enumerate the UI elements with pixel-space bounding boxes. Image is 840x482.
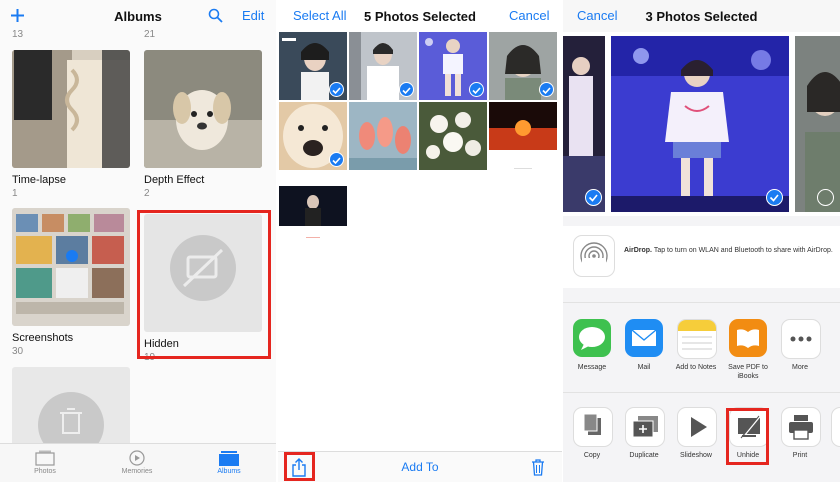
selected-check-icon	[329, 82, 344, 97]
album-count: 2	[144, 188, 150, 199]
ibooks-icon	[729, 319, 767, 357]
photos-icon	[35, 450, 55, 466]
share-apps-row: Message Mail Add to Notes Save PDF to iB…	[563, 302, 840, 391]
share-button-highlight	[284, 452, 315, 481]
add-to-button[interactable]: Add To	[278, 460, 562, 474]
selected-check-icon	[766, 189, 783, 206]
photo-preview[interactable]	[611, 36, 789, 212]
photo-preview[interactable]	[795, 36, 840, 212]
select-navbar: Select All 5 Photos Selected Cancel	[278, 0, 562, 32]
plus-icon[interactable]	[10, 8, 25, 23]
selected-check-icon	[469, 82, 484, 97]
photo-thumbnail[interactable]	[279, 102, 347, 170]
select-all-button[interactable]: Select All	[293, 8, 346, 23]
photo-caption-line	[514, 168, 532, 169]
albums-navbar: Albums Edit	[0, 0, 276, 32]
photo-thumbnail	[489, 102, 557, 150]
albums-title: Albums	[114, 8, 162, 24]
albums-icon	[219, 451, 239, 466]
selected-count-title: 5 Photos Selected	[364, 8, 476, 24]
photo-thumbnail	[279, 186, 347, 226]
album-name: Depth Effect	[144, 174, 205, 186]
albums-screen: Albums Edit 13 21 Time-lapse 1 Depth Eff…	[0, 0, 276, 482]
copy-icon	[573, 407, 613, 447]
play-icon	[677, 407, 717, 447]
selected-photo-strip	[563, 32, 840, 216]
photo-thumbnail[interactable]	[489, 32, 557, 100]
duplicate-icon	[625, 407, 665, 447]
tab-bar: Photos Memories Albums	[0, 443, 276, 482]
notes-icon	[677, 319, 717, 359]
album-thumbnail	[144, 50, 262, 168]
memories-icon	[129, 450, 145, 466]
photo-thumbnail	[349, 102, 417, 170]
select-toolbar: Add To	[278, 451, 562, 482]
print-icon	[781, 407, 821, 447]
photo-thumbnail[interactable]	[279, 32, 347, 100]
album-count-top-left: 13	[12, 29, 24, 40]
photo-preview[interactable]	[563, 36, 605, 212]
photo-caption-line	[306, 237, 320, 238]
edit-button[interactable]: Edit	[242, 8, 264, 23]
share-sheet-screen: Cancel 3 Photos Selected AirDrop. Tap to…	[563, 0, 840, 482]
select-photos-screen: Select All 5 Photos Selected Cancel Add …	[278, 0, 562, 482]
selected-check-icon	[539, 82, 554, 97]
album-thumbnail	[12, 50, 130, 168]
photo-thumbnail[interactable]	[419, 32, 487, 100]
album-thumbnail	[12, 208, 130, 326]
album-count-top-right: 21	[144, 29, 156, 40]
more-icon	[781, 319, 821, 359]
selected-count-title: 3 Photos Selected	[645, 8, 758, 24]
message-icon	[573, 319, 611, 357]
action-partial-next[interactable]	[831, 407, 840, 447]
album-thumbnail	[12, 367, 130, 447]
album-name: Screenshots	[12, 332, 74, 344]
trash-icon[interactable]	[531, 458, 545, 476]
photo-thumbnail[interactable]	[349, 32, 417, 100]
search-icon[interactable]	[208, 8, 223, 23]
airdrop-icon	[573, 235, 615, 277]
selected-check-icon	[585, 189, 602, 206]
cancel-button[interactable]: Cancel	[509, 8, 549, 23]
photo-thumbnail	[419, 102, 487, 170]
selected-check-icon	[399, 82, 414, 97]
cancel-button[interactable]: Cancel	[577, 8, 617, 23]
hidden-album-highlight	[137, 210, 271, 359]
airdrop-description: AirDrop. Tap to turn on WLAN and Bluetoo…	[624, 247, 833, 254]
share-navbar: Cancel 3 Photos Selected	[563, 0, 840, 32]
share-actions-row: Copy Duplicate Slideshow Unhide Print	[563, 392, 840, 482]
album-count: 1	[12, 188, 18, 199]
album-count: 30	[12, 346, 24, 357]
album-name: Time-lapse	[12, 174, 66, 186]
mail-icon	[625, 319, 663, 357]
unhide-action-highlight	[726, 408, 769, 465]
unselected-circle-icon	[817, 189, 834, 206]
airdrop-row[interactable]: AirDrop. Tap to turn on WLAN and Bluetoo…	[563, 226, 840, 288]
selected-check-icon	[329, 152, 344, 167]
